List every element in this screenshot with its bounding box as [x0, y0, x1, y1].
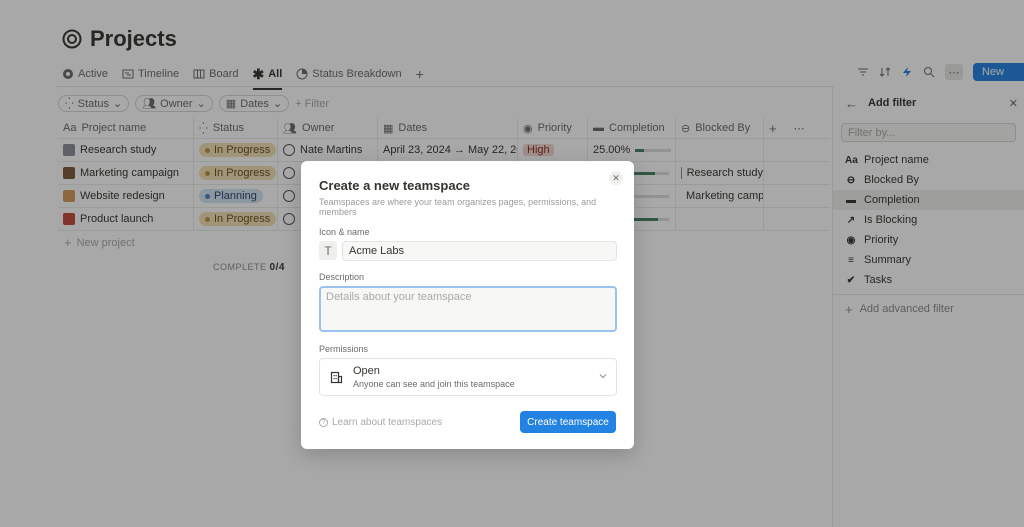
question-icon: ? [319, 418, 328, 427]
teamspace-icon-letter: T [324, 243, 332, 258]
dialog-subtitle: Teamspaces are where your team organizes… [319, 197, 597, 217]
chevron-down-icon [599, 374, 607, 379]
permissions-label: Permissions [319, 344, 369, 354]
close-icon[interactable]: ✕ [609, 171, 623, 185]
permission-text: Open Anyone can see and join this teamsp… [353, 365, 515, 389]
description-label: Description [319, 272, 365, 282]
building-icon [330, 371, 343, 383]
permission-description: Anyone can see and join this teamspace [353, 379, 515, 389]
create-teamspace-button[interactable]: Create teamspace [520, 411, 616, 433]
teamspace-name-input[interactable] [342, 241, 617, 261]
dialog-title: Create a new teamspace [319, 178, 471, 193]
permission-title: Open [353, 365, 380, 377]
icon-name-label: Icon & name [319, 227, 370, 237]
teamspace-icon-picker[interactable]: T [319, 241, 337, 260]
create-teamspace-dialog: ✕ Create a new teamspace Teamspaces are … [301, 161, 634, 449]
learn-about-teamspaces-link[interactable]: ? Learn about teamspaces [319, 417, 442, 428]
learn-link-label: Learn about teamspaces [332, 417, 443, 428]
permissions-select[interactable]: Open Anyone can see and join this teamsp… [319, 358, 617, 396]
description-input[interactable] [319, 286, 617, 332]
